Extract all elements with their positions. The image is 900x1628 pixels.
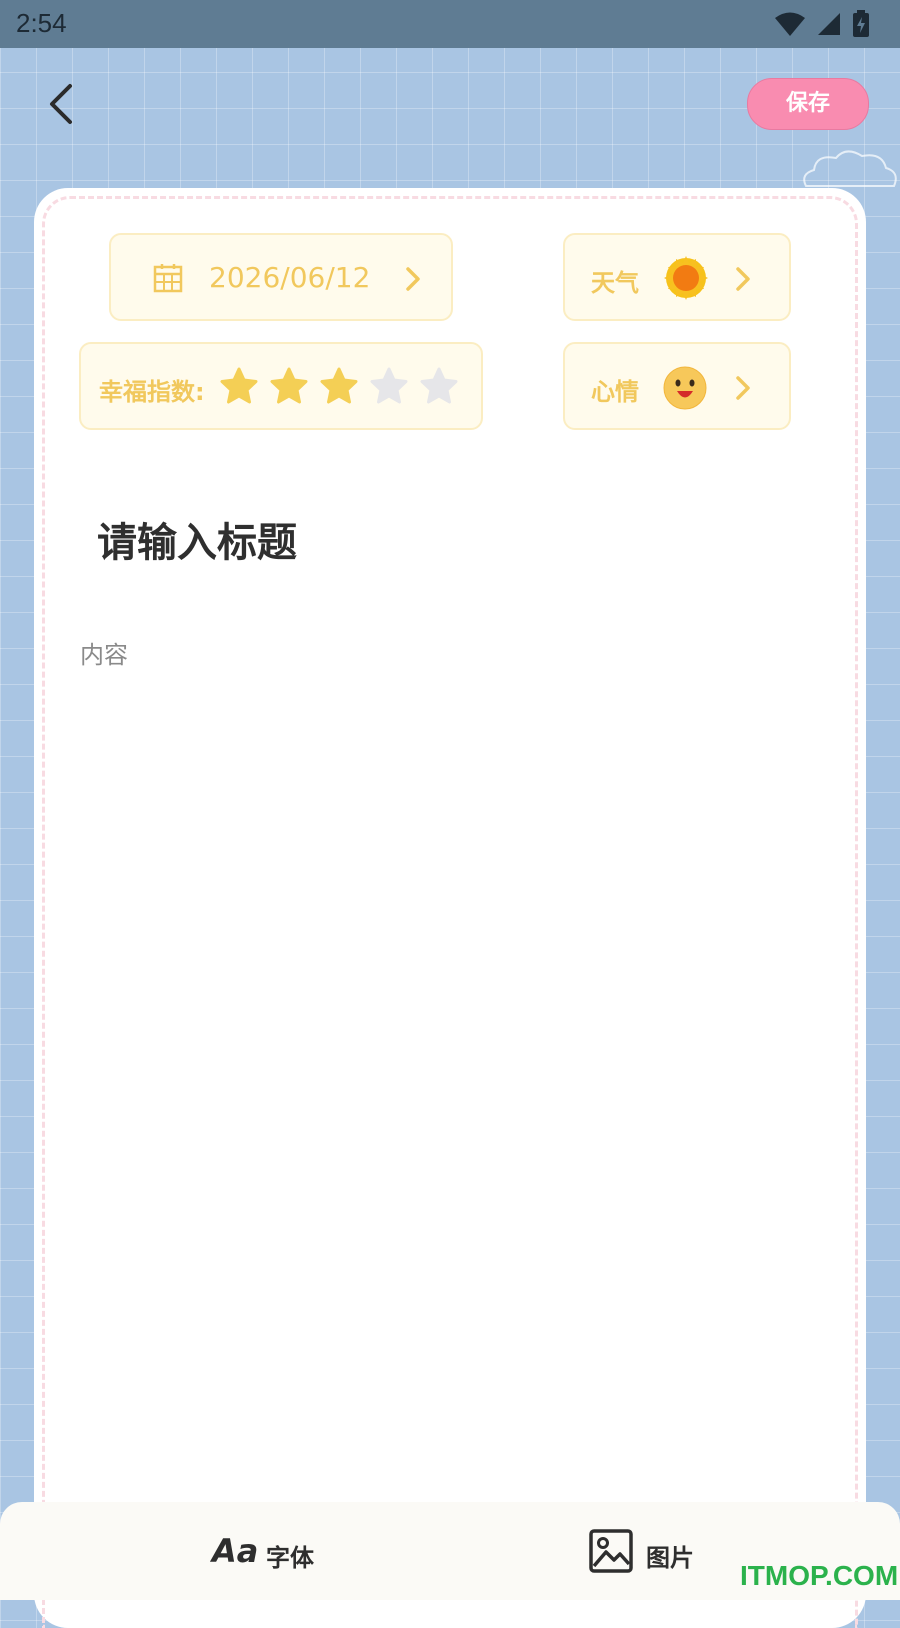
- image-button[interactable]: 图片: [584, 1522, 714, 1580]
- image-icon: [589, 1529, 633, 1573]
- content-input[interactable]: 内容: [80, 635, 128, 670]
- font-label: 字体: [266, 1544, 314, 1572]
- signal-icon: [818, 13, 840, 35]
- watermark: ITMOP.COM: [740, 1560, 899, 1591]
- star-icon[interactable]: [319, 366, 359, 406]
- date-selector[interactable]: 2026/06/12: [109, 233, 453, 321]
- wifi-icon: [775, 12, 805, 36]
- chevron-right-icon: [406, 267, 420, 291]
- star-icon[interactable]: [419, 366, 459, 406]
- smiley-face-icon: [663, 366, 707, 410]
- save-button[interactable]: 保存: [747, 78, 869, 130]
- weather-selector[interactable]: 天气: [563, 233, 791, 321]
- star-icon[interactable]: [369, 366, 409, 406]
- font-icon: Aa: [212, 1532, 259, 1570]
- sun-icon: [664, 256, 708, 300]
- happiness-label: 幸福指数:: [99, 378, 205, 406]
- mood-label: 心情: [591, 378, 639, 406]
- weather-label: 天气: [591, 269, 639, 297]
- mood-selector[interactable]: 心情: [563, 342, 791, 430]
- cloud-decoration: [803, 150, 897, 187]
- star-icon[interactable]: [269, 366, 309, 406]
- star-rating[interactable]: [219, 366, 459, 406]
- battery-icon: [853, 10, 869, 37]
- back-button[interactable]: [36, 78, 84, 130]
- happiness-rating[interactable]: 幸福指数:: [79, 342, 483, 430]
- title-input[interactable]: 请输入标题: [97, 510, 297, 568]
- chevron-right-icon: [736, 376, 750, 400]
- chevron-right-icon: [736, 267, 750, 291]
- status-time: 2:54: [16, 8, 67, 38]
- calendar-icon: [153, 264, 183, 293]
- status-icons: [774, 8, 870, 40]
- status-bar: 2:54: [0, 0, 900, 48]
- date-text: 2026/06/12: [209, 261, 371, 294]
- star-icon[interactable]: [219, 366, 259, 406]
- chevron-left-icon: [50, 84, 72, 124]
- image-label: 图片: [646, 1544, 694, 1572]
- font-button[interactable]: Aa 字体: [200, 1522, 330, 1580]
